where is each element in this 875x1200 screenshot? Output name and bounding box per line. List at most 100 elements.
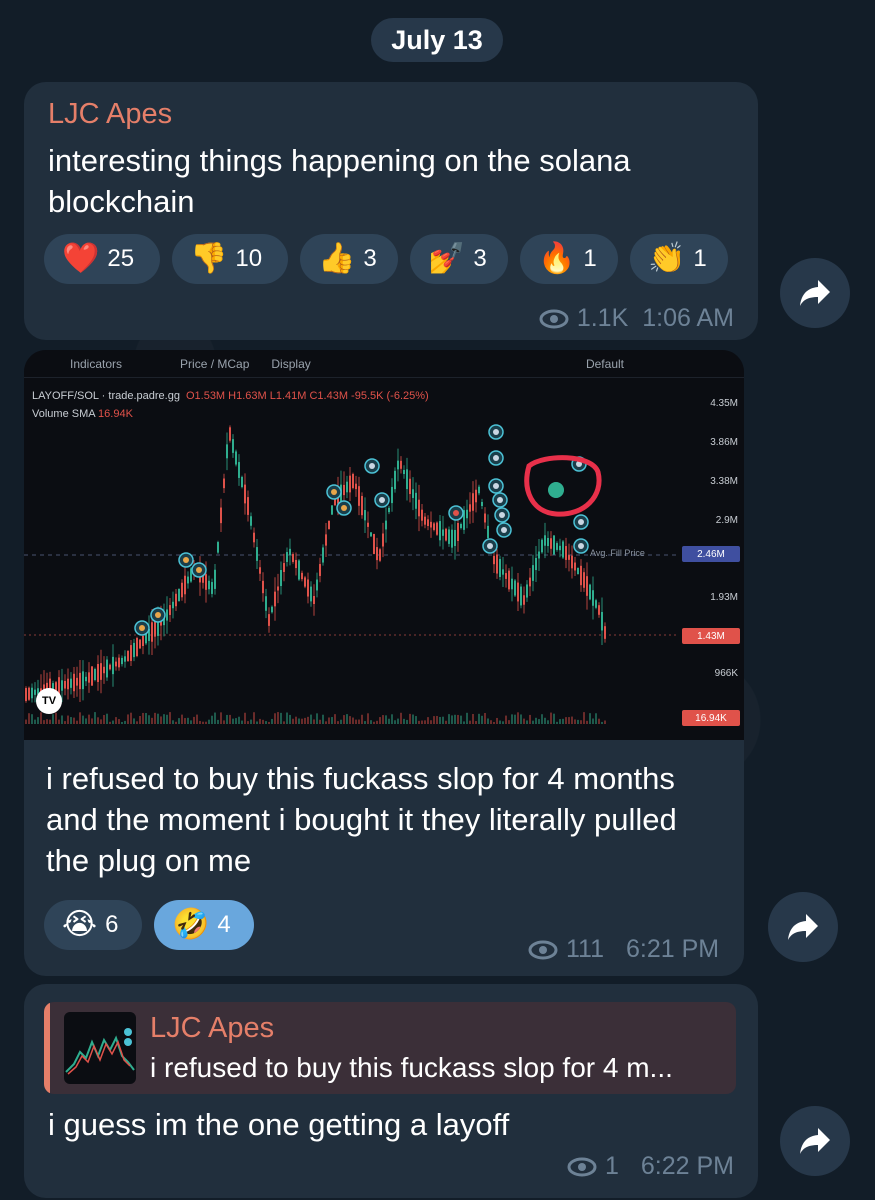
forward-button[interactable] (780, 258, 850, 328)
volume-bar (133, 718, 135, 724)
message-bubble[interactable]: LJC Apes interesting things happening on… (24, 82, 758, 340)
trade-marker-dot (501, 527, 507, 533)
candle-body (487, 525, 489, 539)
candle-body (247, 497, 249, 515)
volume-bar (28, 713, 30, 724)
volume-bar (25, 719, 27, 724)
volume-bar (379, 717, 381, 724)
volume-bar (175, 721, 177, 724)
volume-bar (34, 719, 36, 724)
candle-body (448, 529, 450, 544)
message-bubble[interactable]: LJC Apes i refused to buy this fuckass s… (24, 984, 758, 1198)
candle-body (481, 501, 483, 507)
candle-body (94, 668, 96, 681)
candle-body (34, 689, 36, 695)
reaction-fire[interactable]: 🔥 1 (520, 234, 618, 284)
candle-body (331, 505, 333, 515)
volume-bar (49, 719, 51, 724)
volume-bar (331, 717, 333, 724)
volume-bar (151, 717, 153, 724)
candle-body (538, 551, 540, 559)
reaction-thumbs-down[interactable]: 👎 10 (172, 234, 288, 284)
candle-body (388, 507, 390, 513)
candle-body (313, 595, 315, 605)
volume-bar (226, 714, 228, 724)
candle-body (133, 642, 135, 658)
volume-bar (211, 715, 213, 724)
buy-marker (548, 482, 564, 498)
candle-body (580, 565, 582, 586)
trade-marker-dot (331, 489, 337, 495)
reaction-rofl[interactable]: 🤣 4 (154, 900, 254, 950)
volume-bar (367, 713, 369, 724)
volume-bar (559, 719, 561, 724)
volume-bar (322, 714, 324, 724)
volume-bar (400, 712, 402, 724)
price-tick: 3.38M (710, 476, 738, 487)
volume-bar (256, 721, 258, 724)
candle-body (274, 591, 276, 607)
volume-bar (307, 716, 309, 724)
candle-body (559, 545, 561, 551)
candle-body (169, 605, 171, 615)
candle-body (136, 637, 138, 657)
volume-bar (568, 717, 570, 724)
candle-body (283, 563, 285, 572)
candle-body (556, 543, 558, 550)
forward-button[interactable] (780, 1106, 850, 1176)
volume-bar (463, 721, 465, 724)
candle-body (241, 476, 243, 488)
volume-bar (454, 714, 456, 724)
message-text: i refused to buy this fuckass slop for 4… (46, 761, 677, 878)
candle-body (355, 483, 357, 490)
volume-bar (571, 716, 573, 724)
reaction-thumbs-up[interactable]: 👍 3 (300, 234, 398, 284)
reaction-crying[interactable]: 😭 6 (44, 900, 142, 950)
volume-bar (595, 713, 597, 724)
candle-body (475, 489, 477, 503)
volume-bar (544, 717, 546, 724)
forward-arrow-icon (800, 280, 830, 306)
candle-body (568, 555, 570, 560)
candle-body (421, 509, 423, 521)
volume-bar (343, 715, 345, 724)
candle-body (178, 588, 180, 602)
reaction-count: 3 (473, 245, 487, 272)
reaction-nail-polish[interactable]: 💅 3 (410, 234, 508, 284)
chart-image[interactable]: Indicators Price / MCap Display Default … (24, 350, 744, 740)
reaction-heart[interactable]: ❤️ 25 (44, 234, 160, 284)
volume-bar (241, 720, 243, 724)
volume-bar (280, 712, 282, 724)
crying-emoji: 😭 (62, 908, 98, 941)
candle-body (601, 612, 603, 631)
candle-body (412, 489, 414, 498)
sender-name[interactable]: LJC Apes (48, 98, 172, 131)
reply-quote[interactable]: LJC Apes i refused to buy this fuckass s… (44, 1002, 736, 1094)
candle-body (454, 529, 456, 547)
reaction-count: 6 (105, 911, 119, 938)
candle-body (28, 687, 30, 700)
volume-bar (124, 720, 126, 724)
volume-bar (298, 718, 300, 724)
candle-body (121, 657, 123, 665)
candle-body (316, 579, 318, 591)
fire-emoji: 🔥 (538, 242, 576, 275)
candle-body (238, 462, 240, 478)
volume-bar (232, 718, 234, 724)
candle-body (91, 666, 93, 686)
candle-body (427, 519, 429, 527)
volume-bar (352, 717, 354, 724)
volume-bar (154, 712, 156, 724)
forward-arrow-icon (788, 914, 818, 940)
candle-body (511, 578, 513, 590)
candle-body (256, 547, 258, 561)
volume-bar (382, 715, 384, 724)
candle-body (493, 555, 495, 565)
message-meta: 1.1K 1:06 AM (539, 304, 734, 333)
candle-body (589, 584, 591, 600)
forward-button[interactable] (768, 892, 838, 962)
volume-bar (466, 712, 468, 724)
reaction-clap[interactable]: 👏 1 (630, 234, 728, 284)
candle-body (265, 596, 267, 611)
volume-bar (451, 715, 453, 724)
